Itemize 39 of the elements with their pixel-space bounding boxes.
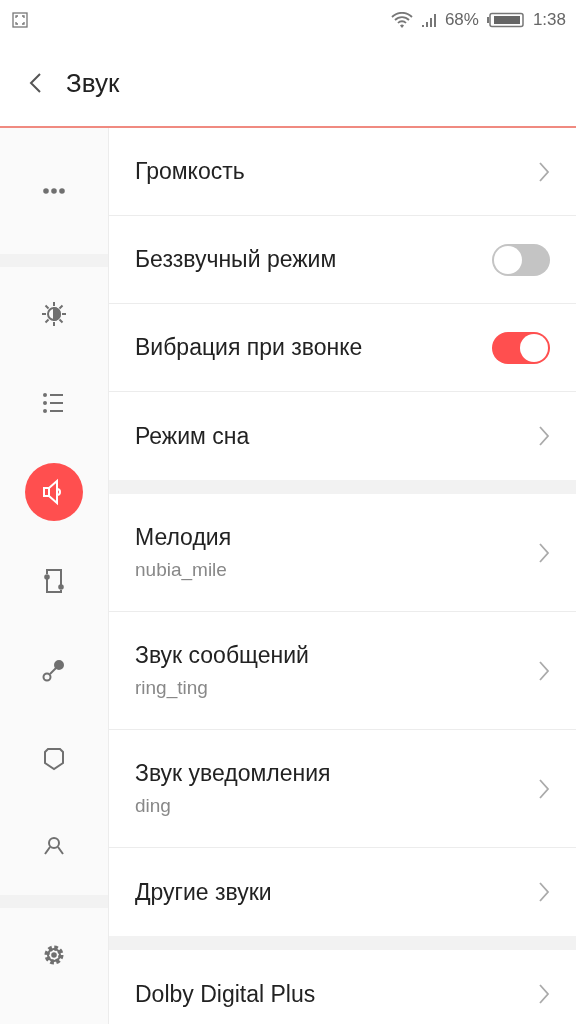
chevron-icon	[538, 983, 550, 1005]
row-label: Беззвучный режим	[135, 246, 338, 273]
row-value: ring_ting	[135, 677, 209, 699]
row-value: ding	[135, 795, 172, 817]
settings-row[interactable]: Вибрация при звонке	[109, 304, 576, 392]
battery-percent: 68%	[444, 10, 479, 30]
row-label: Другие звуки	[135, 878, 273, 906]
back-icon[interactable]	[28, 72, 42, 94]
settings-row[interactable]: Беззвучный режим	[109, 216, 576, 304]
chevron-icon	[538, 881, 550, 903]
toggle-switch[interactable]	[492, 243, 550, 276]
chevron-icon	[538, 541, 550, 564]
settings-row[interactable]: Мелодия nubia_mile	[109, 494, 576, 612]
row-label: Режим сна	[135, 422, 251, 450]
chevron-icon	[538, 659, 550, 682]
chevron-icon	[538, 777, 550, 800]
settings-row[interactable]: Звук сообщений ring_ting	[109, 612, 576, 730]
row-value: nubia_mile	[135, 559, 228, 581]
row-label: Звук сообщений	[135, 642, 310, 669]
settings-row[interactable]: Звук уведомления ding	[109, 730, 576, 848]
chevron-icon	[538, 425, 550, 447]
page-title: Звук	[66, 67, 120, 99]
settings-row[interactable]: Dolby Digital Plus	[109, 950, 576, 1024]
settings-row[interactable]: Другие звуки	[109, 848, 576, 936]
row-label: Мелодия	[135, 524, 233, 551]
clock: 1:38	[532, 10, 566, 30]
chevron-icon	[538, 160, 550, 183]
battery-icon	[486, 12, 525, 28]
row-label: Звук уведомления	[135, 760, 332, 787]
settings-row[interactable]: Режим сна	[109, 392, 576, 480]
row-label: Вибрация при звонке	[135, 334, 364, 361]
settings-row[interactable]: Громкость	[109, 128, 576, 216]
wifi-icon	[390, 12, 413, 28]
toggle-switch[interactable]	[492, 331, 550, 364]
signal-icon	[420, 12, 437, 28]
row-label: Dolby Digital Plus	[135, 980, 317, 1008]
screenshot-icon	[12, 12, 28, 28]
speaker-icon[interactable]	[25, 463, 83, 521]
row-label: Громкость	[135, 158, 246, 185]
